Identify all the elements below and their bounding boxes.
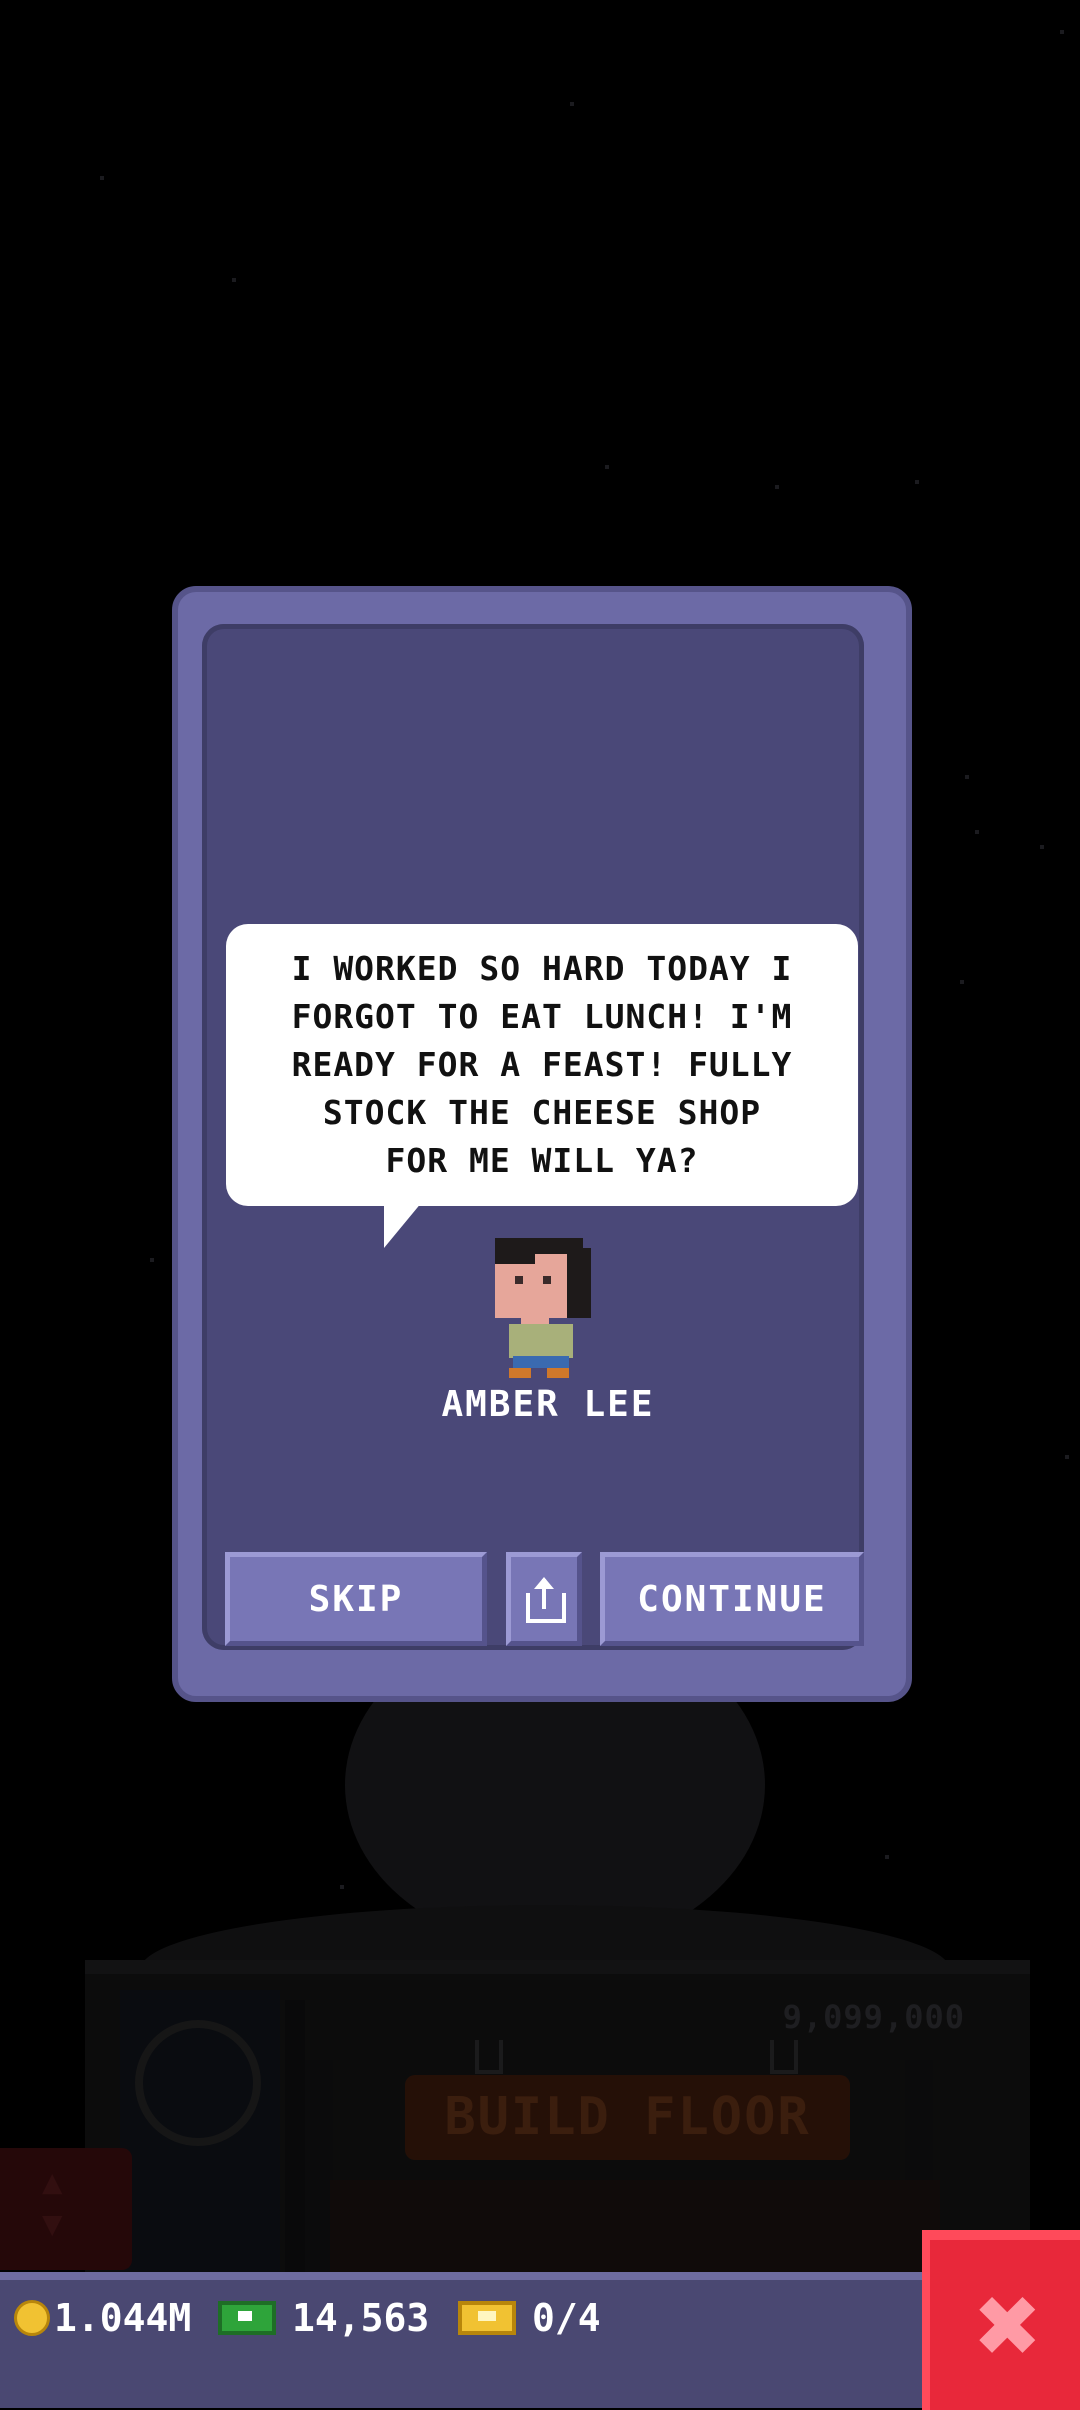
skip-label: SKIP [308, 1578, 404, 1620]
ticket-icon [458, 2301, 516, 2335]
cash-icon [218, 2301, 276, 2335]
close-button[interactable]: ✖ [922, 2230, 1080, 2410]
speech-bubble: I WORKED SO HARD TODAY I FORGOT TO EAT L… [226, 924, 858, 1206]
coin-icon [14, 2300, 50, 2336]
tickets-value: 0/4 [532, 2296, 601, 2340]
coins-value: 1.044M [54, 2296, 192, 2340]
character-avatar [495, 1238, 599, 1378]
tickets-stat: 0/4 [458, 2290, 601, 2346]
coins-stat: 1.044M [14, 2290, 191, 2346]
continue-button[interactable]: CONTINUE [600, 1552, 864, 1646]
bux-value: 14,563 [292, 2296, 430, 2340]
character-name: AMBER LEE [441, 1384, 655, 1425]
share-icon [524, 1577, 566, 1623]
close-icon: ✖ [975, 2261, 1043, 2389]
bitizen-dialog: I WORKED SO HARD TODAY I FORGOT TO EAT L… [172, 586, 912, 1702]
skip-button[interactable]: SKIP [225, 1552, 487, 1646]
speech-bubble-tail [384, 1202, 422, 1248]
continue-label: CONTINUE [637, 1578, 827, 1620]
share-button[interactable] [506, 1552, 582, 1646]
bux-stat: 14,563 [218, 2290, 429, 2346]
speech-text: I WORKED SO HARD TODAY I FORGOT TO EAT L… [291, 949, 793, 1180]
